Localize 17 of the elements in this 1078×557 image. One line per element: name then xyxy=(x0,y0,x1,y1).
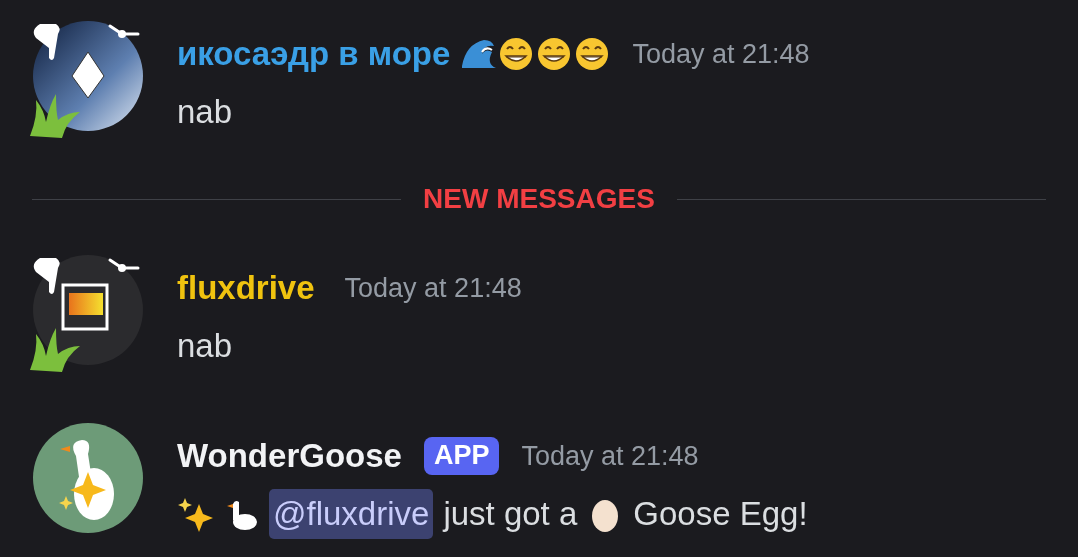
grinning-face-icon xyxy=(536,36,573,72)
username[interactable]: WonderGoose xyxy=(177,431,402,481)
message-text: nab xyxy=(177,92,233,133)
app-tag: APP xyxy=(423,437,500,475)
username[interactable]: fluxdrive xyxy=(177,263,315,313)
message-text: Goose Egg! xyxy=(633,494,808,535)
timestamp: Today at 21:48 xyxy=(632,37,810,71)
grinning-face-icon xyxy=(574,36,611,72)
message-text: nab xyxy=(177,326,233,367)
message-text: just got a xyxy=(443,494,578,535)
user-mention[interactable]: @fluxdrive xyxy=(269,489,434,539)
username[interactable]: икосаэдр в море xyxy=(177,29,451,79)
grinning-face-icon xyxy=(498,36,535,72)
new-messages-label: NEW MESSAGES xyxy=(423,182,655,216)
timestamp: Today at 21:48 xyxy=(344,271,522,305)
sparkles-icon xyxy=(177,496,213,532)
timestamp: Today at 21:48 xyxy=(521,439,699,473)
